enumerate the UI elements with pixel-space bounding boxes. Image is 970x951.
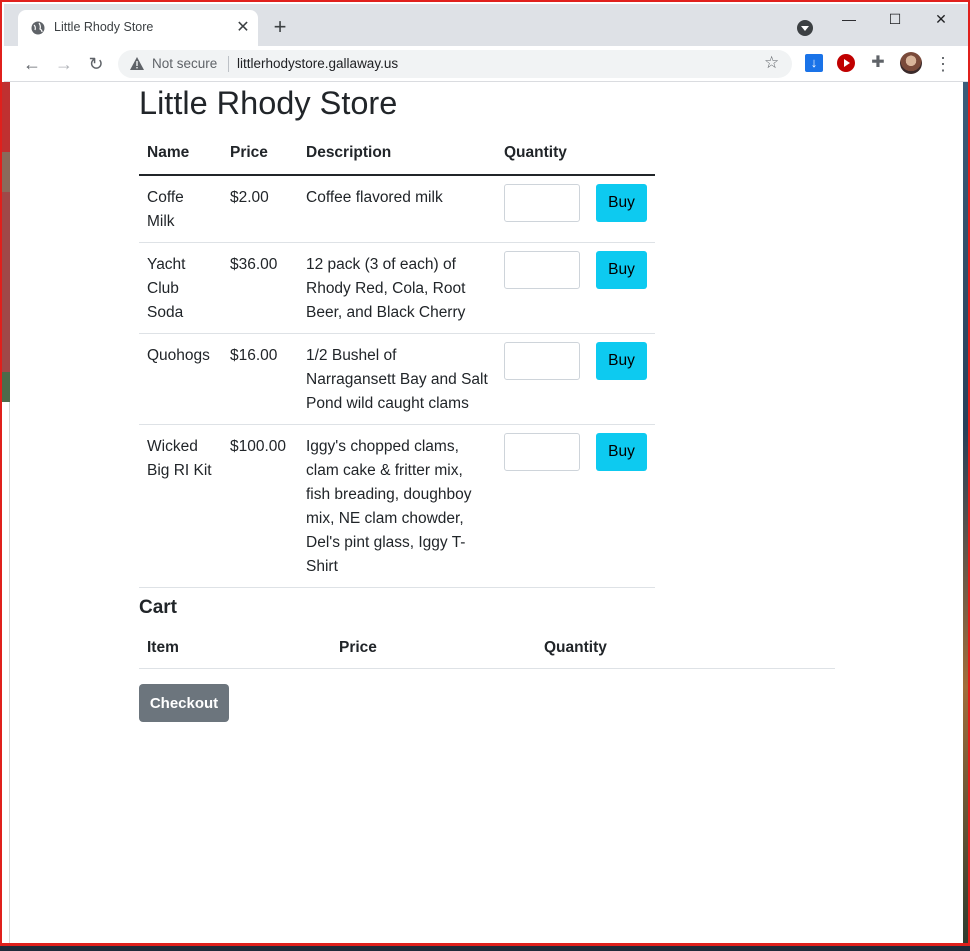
quantity-input[interactable] (504, 184, 580, 222)
browser-toolbar: ← → ↻ Not secure littlerhodystore.gallaw… (4, 46, 968, 82)
close-window-button[interactable]: ✕ (918, 4, 964, 34)
quantity-cell (496, 333, 588, 425)
globe-icon (31, 21, 45, 35)
desktop-slice (2, 82, 10, 152)
quantity-cell (496, 242, 588, 334)
product-name: Coffe Milk (139, 175, 222, 243)
products-header-row: Name Price Description Quantity (139, 138, 655, 176)
product-description: Iggy's chopped clams, clam cake & fritte… (298, 424, 496, 588)
tab-little-rhody-store[interactable]: Little Rhody Store ✕ (18, 10, 258, 46)
buy-cell: Buy (588, 242, 655, 334)
desktop-slice (2, 152, 10, 192)
product-price: $16.00 (222, 333, 298, 425)
cart-header-quantity: Quantity (536, 630, 835, 669)
product-price: $36.00 (222, 242, 298, 334)
forward-icon[interactable]: → (52, 52, 76, 76)
buy-cell: Buy (588, 333, 655, 425)
desktop-slice (2, 372, 10, 402)
cart-table: Item Price Quantity (139, 630, 835, 669)
tab-title: Little Rhody Store (54, 20, 154, 34)
column-header-description: Description (298, 138, 496, 176)
new-tab-button[interactable]: + (268, 16, 292, 40)
divider (228, 56, 229, 72)
minimize-button[interactable]: — (826, 4, 872, 34)
column-header-name: Name (139, 138, 222, 176)
product-name: Wicked Big RI Kit (139, 424, 222, 588)
buy-button[interactable]: Buy (596, 184, 647, 222)
url-text[interactable]: littlerhodystore.gallaway.us (237, 56, 398, 71)
product-description: 12 pack (3 of each) of Rhody Red, Cola, … (298, 242, 496, 334)
desktop-background-right (963, 82, 968, 943)
cart-title: Cart (139, 597, 178, 618)
browser-window: Little Rhody Store ✕ + — ☐ ✕ ← → ↻ Not s… (0, 0, 970, 946)
table-row: Coffe Milk $2.00 Coffee flavored milk Bu… (139, 175, 655, 243)
buy-cell: Buy (588, 175, 655, 243)
table-row: Quohogs $16.00 1/2 Bushel of Narraganset… (139, 333, 655, 425)
warning-icon (130, 57, 144, 70)
quantity-cell (496, 424, 588, 588)
page-content: Little Rhody Store Name Price Descriptio… (11, 83, 963, 943)
product-price: $100.00 (222, 424, 298, 588)
quantity-input[interactable] (504, 433, 580, 471)
product-description: 1/2 Bushel of Narragansett Bay and Salt … (298, 333, 496, 425)
puzzle-icon[interactable]: ✚ (869, 54, 887, 72)
product-description: Coffee flavored milk (298, 175, 496, 243)
not-secure-label[interactable]: Not secure (152, 56, 217, 71)
maximize-button[interactable]: ☐ (872, 4, 918, 34)
desktop-background-left (2, 82, 10, 943)
youtube-icon[interactable] (837, 54, 855, 72)
close-tab-icon[interactable]: ✕ (234, 19, 252, 37)
cart-header-price: Price (331, 630, 536, 669)
buy-button[interactable]: Buy (596, 251, 647, 289)
download-icon[interactable]: ↓ (805, 54, 823, 72)
tab-search-icon[interactable] (797, 20, 813, 36)
desktop-slice (2, 192, 10, 372)
table-row: Yacht Club Soda $36.00 12 pack (3 of eac… (139, 242, 655, 334)
page-title: Little Rhody Store (139, 85, 398, 121)
products-table: Name Price Description Quantity Coffe Mi… (139, 138, 655, 588)
checkout-button[interactable]: Checkout (139, 684, 229, 722)
address-bar[interactable]: Not secure littlerhodystore.gallaway.us … (118, 50, 792, 78)
buy-button[interactable]: Buy (596, 433, 647, 471)
table-row: Wicked Big RI Kit $100.00 Iggy's chopped… (139, 424, 655, 588)
more-icon[interactable]: ⋮ (934, 52, 952, 76)
tab-strip: Little Rhody Store ✕ + — ☐ ✕ (4, 4, 968, 46)
back-icon[interactable]: ← (20, 52, 44, 76)
star-icon[interactable]: ☆ (764, 53, 779, 73)
product-name: Yacht Club Soda (139, 242, 222, 334)
reload-icon[interactable]: ↻ (84, 52, 108, 76)
product-price: $2.00 (222, 175, 298, 243)
taskbar-strip (0, 946, 970, 951)
profile-icon[interactable] (900, 52, 922, 74)
column-header-price: Price (222, 138, 298, 176)
buy-button[interactable]: Buy (596, 342, 647, 380)
column-header-quantity: Quantity (496, 138, 588, 176)
cart-header-row: Item Price Quantity (139, 630, 835, 669)
quantity-cell (496, 175, 588, 243)
buy-cell: Buy (588, 424, 655, 588)
product-name: Quohogs (139, 333, 222, 425)
column-header-action (588, 138, 655, 176)
quantity-input[interactable] (504, 342, 580, 380)
quantity-input[interactable] (504, 251, 580, 289)
cart-header-item: Item (139, 630, 331, 669)
